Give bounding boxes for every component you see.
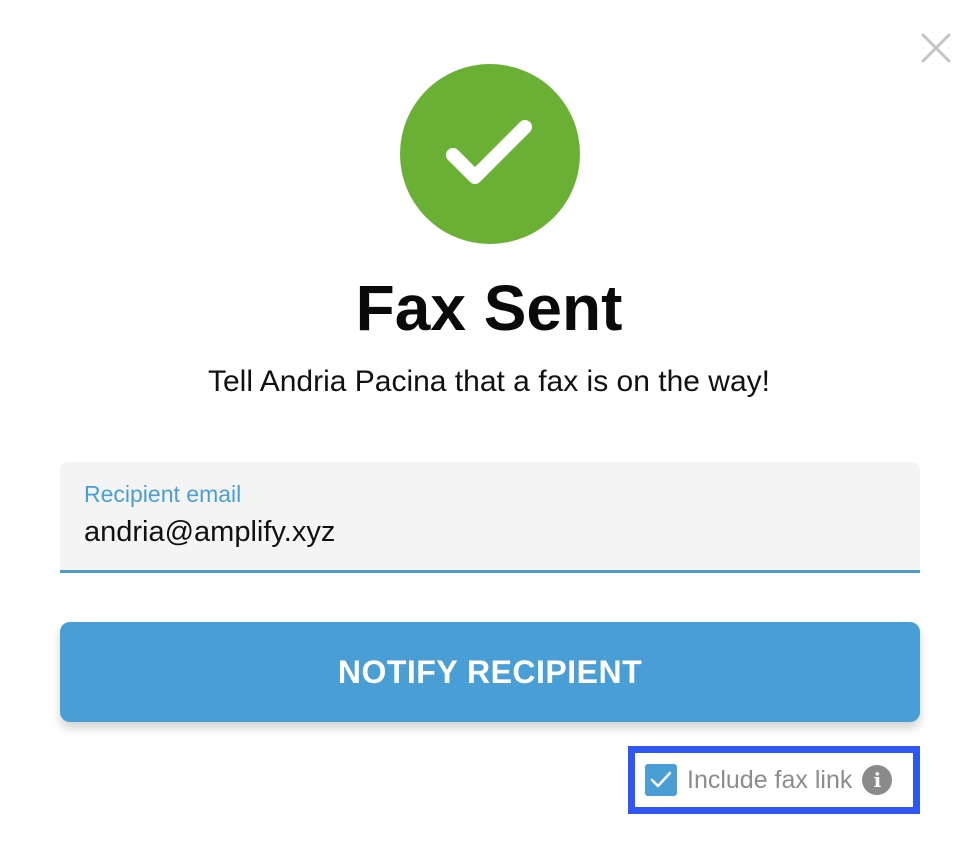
checkmark-icon [446,120,532,184]
page-title: Fax Sent [355,272,623,344]
info-icon[interactable]: i [862,765,893,795]
success-badge [400,64,580,244]
include-fax-link-option: Include fax link i [628,746,920,814]
fax-sent-dialog: Fax Sent Tell Andria Pacina that a fax i… [0,0,978,856]
include-fax-link-checkbox[interactable] [645,764,677,796]
close-icon [921,33,951,63]
recipient-email-label: Recipient email [84,481,242,507]
include-fax-link-label[interactable]: Include fax link [687,766,852,795]
notify-recipient-button[interactable]: NOTIFY RECIPIENT [60,622,920,722]
close-button[interactable] [918,30,954,66]
check-mark-icon [650,771,672,788]
recipient-email-input[interactable] [84,512,884,552]
dialog-subtitle: Tell Andria Pacina that a fax is on the … [208,365,770,398]
recipient-email-field[interactable]: Recipient email [60,462,920,573]
